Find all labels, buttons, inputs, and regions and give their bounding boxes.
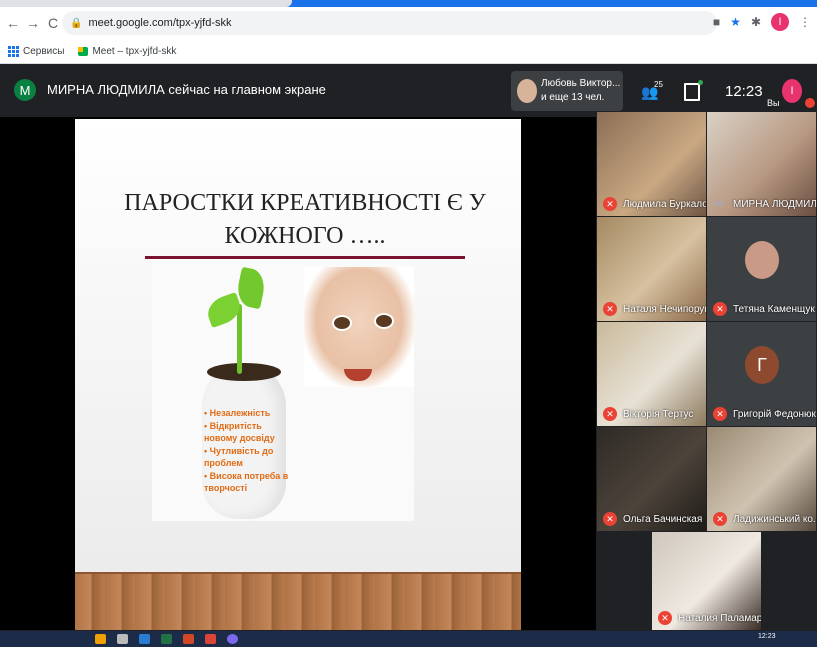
bookmark-apps[interactable]: Сервисы [8, 45, 65, 57]
viber-icon[interactable] [227, 634, 238, 644]
meet-top-bar: M МИРНА ЛЮДМИЛА сейчас на главном экране… [0, 64, 817, 117]
raised-hand-name: Любовь Виктор... [541, 78, 621, 89]
pen-icon[interactable] [117, 634, 128, 644]
participant-tile[interactable]: •ıı МИРНА ЛЮДМИЛА [707, 112, 816, 216]
raised-hand-text: Любовь Виктор... и еще 13 чел. [541, 77, 620, 105]
menu-kebab-icon[interactable]: ⋮ [799, 15, 811, 29]
mouth [344, 369, 372, 381]
participant-tile[interactable]: ✕ Ольга Бачинская [597, 427, 706, 531]
participant-tile[interactable]: Г ✕ Григорій Федонюк [707, 322, 816, 426]
word-icon[interactable] [139, 634, 150, 644]
back-icon[interactable]: ← [6, 15, 20, 31]
floor-edge [75, 572, 521, 574]
mic-off-icon: ✕ [603, 407, 617, 421]
sprout-stem [237, 304, 242, 374]
mic-off-icon: ✕ [713, 407, 727, 421]
presenter-avatar: M [14, 79, 36, 101]
participant-name: Григорій Федонюк [733, 409, 816, 420]
bookmark-meet[interactable]: Meet – tpx-yjfd-skk [78, 46, 176, 57]
extensions-icon[interactable]: ✱ [751, 15, 761, 29]
lock-icon[interactable]: 🔒 [70, 18, 82, 29]
participant-name: МИРНА ЛЮДМИЛА [733, 199, 816, 210]
address-bar[interactable]: 🔒 meet.google.com/tpx-yjfd-skk [62, 11, 717, 35]
system-clock: 12:23 [758, 633, 776, 640]
participant-thumbnail [517, 79, 537, 103]
forward-icon[interactable]: → [26, 15, 40, 31]
participant-name: Наталя Нечипорук [623, 304, 706, 315]
profile-avatar[interactable]: I [771, 13, 789, 31]
mic-off-icon: ✕ [603, 197, 617, 211]
self-label: Вы [767, 98, 780, 108]
chrome-icon[interactable] [205, 634, 216, 644]
os-taskbar: 12:23 [0, 631, 817, 647]
participant-name: Ольга Бачинская [623, 514, 703, 525]
bookmark-star-icon[interactable]: ★ [730, 15, 741, 29]
bookmarks-bar: Сервисы Meet – tpx-yjfd-skk [0, 39, 817, 64]
participant-tile[interactable]: ✕ Тетяна Каменщук [707, 217, 816, 321]
bullet-item: • Відкритість новому досвіду [204, 421, 275, 443]
participant-avatar: Г [745, 346, 779, 384]
presentation-stage: ПАРОСТКИ КРЕАТИВНОСТІ Є У КОЖНОГО ….. • … [0, 117, 596, 630]
camera-indicator-icon[interactable]: ■ [713, 15, 720, 29]
speaking-indicator-icon: •ıı [715, 199, 726, 208]
bullet-item: • Незалежність [204, 408, 271, 418]
mic-off-icon: ✕ [603, 512, 617, 526]
excel-icon[interactable] [161, 634, 172, 644]
bullet-item: • Висока потреба в творчості [204, 471, 289, 493]
mic-off-icon: ✕ [603, 302, 617, 316]
participant-name: Наталия Паламар... [678, 613, 761, 624]
mic-off-icon: ✕ [658, 611, 672, 625]
slide-title: ПАРОСТКИ КРЕАТИВНОСТІ Є У КОЖНОГО ….. [124, 190, 486, 249]
participant-name: Ладижинський ко... [733, 514, 816, 525]
meet-icon [78, 46, 89, 56]
participant-tile[interactable]: ✕ Ладижинський ко... [707, 427, 816, 531]
folder-icon[interactable] [95, 634, 106, 644]
bookmark-label: Сервисы [23, 45, 65, 57]
participants-count: 25 [654, 80, 663, 89]
self-mic-off-icon [805, 98, 815, 108]
participant-tile[interactable]: ✕ Наталя Нечипорук [597, 217, 706, 321]
participant-tile[interactable]: ✕ Людмила Буркало [597, 112, 706, 216]
apps-icon [8, 45, 19, 57]
slide-image: • Незалежність • Відкритість новому досв… [152, 259, 414, 521]
participant-tile[interactable]: ✕ Наталия Паламар... [652, 532, 761, 630]
presenting-status: МИРНА ЛЮДМИЛА сейчас на главном экране [47, 82, 326, 97]
tab-strip [0, 0, 817, 7]
active-tab[interactable] [0, 0, 292, 7]
participant-tile[interactable]: ✕ Вікторія Тертус [597, 322, 706, 426]
chat-icon[interactable] [684, 80, 703, 101]
powerpoint-icon[interactable] [183, 634, 194, 644]
participant-name: Людмила Буркало [623, 199, 706, 210]
reload-icon[interactable]: C [46, 15, 60, 31]
meeting-clock: 12:23 [725, 83, 763, 100]
child-face-image [304, 267, 414, 387]
participant-name: Вікторія Тертус [623, 409, 694, 420]
eye [332, 315, 352, 331]
raised-hand-others: и еще 13 чел. [541, 92, 605, 103]
self-avatar[interactable]: I [782, 79, 802, 103]
slide-bullet-list: • Незалежність • Відкритість новому досв… [204, 407, 294, 495]
browser-toolbar: ← → C 🔒 meet.google.com/tpx-yjfd-skk ■ ★… [0, 7, 817, 39]
bookmark-label: Meet – tpx-yjfd-skk [92, 45, 177, 57]
mic-off-icon: ✕ [713, 302, 727, 316]
wooden-floor [75, 572, 521, 630]
toolbar-actions: ■ ★ ✱ I ⋮ [713, 13, 811, 31]
soil [207, 363, 281, 381]
taskbar-apps [95, 634, 238, 644]
raised-hand-notification[interactable]: Любовь Виктор... и еще 13 чел. [511, 71, 623, 111]
participant-grid: ✕ Людмила Буркало •ıı МИРНА ЛЮДМИЛА ✕ На… [596, 112, 817, 630]
url-text: meet.google.com/tpx-yjfd-skk [88, 17, 232, 29]
participant-avatar [745, 241, 779, 279]
eye [374, 313, 394, 329]
bullet-item: • Чутливість до проблем [204, 446, 274, 468]
shared-slide: ПАРОСТКИ КРЕАТИВНОСТІ Є У КОЖНОГО ….. • … [75, 119, 521, 630]
participant-name: Тетяна Каменщук [733, 304, 815, 315]
mic-off-icon: ✕ [713, 512, 727, 526]
